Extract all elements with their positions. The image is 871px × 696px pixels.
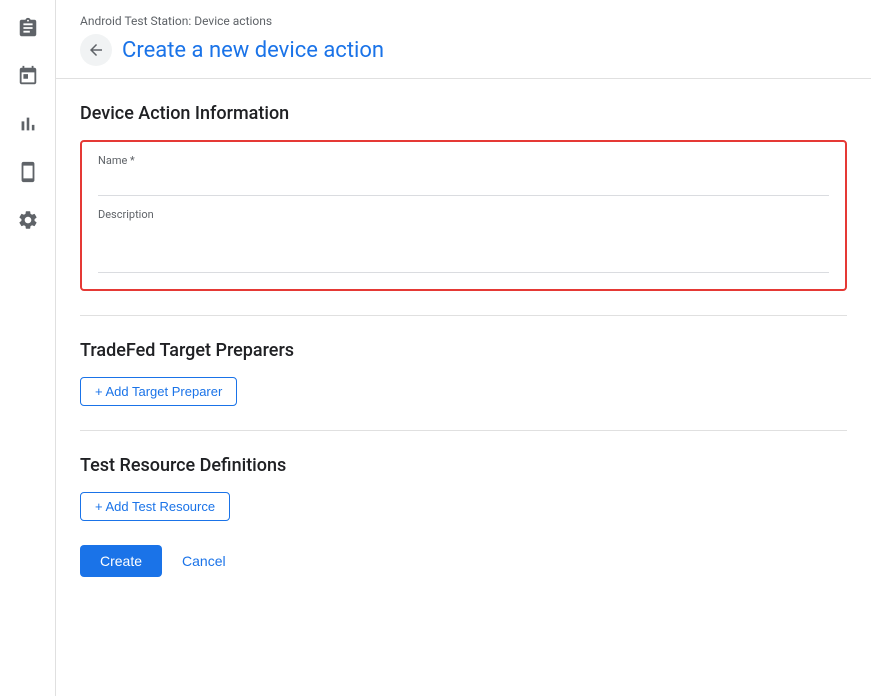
sidebar — [0, 0, 56, 696]
device-action-info-section: Device Action Information Name * Descrip… — [80, 103, 847, 291]
test-resource-section: Test Resource Definitions + Add Test Res… — [80, 455, 847, 521]
form-box: Name * Description — [80, 140, 847, 291]
bar-chart-icon[interactable] — [16, 112, 40, 136]
settings-icon[interactable] — [16, 208, 40, 232]
description-field: Description — [98, 208, 829, 277]
back-button[interactable] — [80, 34, 112, 66]
description-input[interactable] — [98, 225, 829, 273]
add-test-resource-button[interactable]: + Add Test Resource — [80, 492, 230, 521]
name-field: Name * — [98, 154, 829, 196]
description-label: Description — [98, 208, 829, 221]
tradefed-section: TradeFed Target Preparers + Add Target P… — [80, 340, 847, 406]
top-bar: Android Test Station: Device actions Cre… — [56, 0, 871, 79]
create-button[interactable]: Create — [80, 545, 162, 577]
content-area: Device Action Information Name * Descrip… — [56, 79, 871, 696]
add-target-preparer-button[interactable]: + Add Target Preparer — [80, 377, 237, 406]
test-resource-title: Test Resource Definitions — [80, 455, 847, 476]
clipboard-list-icon[interactable] — [16, 16, 40, 40]
main-content: Android Test Station: Device actions Cre… — [56, 0, 871, 696]
calendar-icon[interactable] — [16, 64, 40, 88]
tradefed-title: TradeFed Target Preparers — [80, 340, 847, 361]
divider-1 — [80, 315, 847, 316]
action-row: Create Cancel — [80, 545, 847, 577]
page-header: Create a new device action — [80, 34, 847, 66]
divider-2 — [80, 430, 847, 431]
name-label: Name * — [98, 154, 829, 167]
phone-icon[interactable] — [16, 160, 40, 184]
device-action-info-title: Device Action Information — [80, 103, 847, 124]
cancel-button[interactable]: Cancel — [170, 545, 238, 577]
breadcrumb: Android Test Station: Device actions — [80, 14, 847, 28]
page-title: Create a new device action — [122, 38, 384, 63]
name-input[interactable] — [98, 171, 829, 196]
